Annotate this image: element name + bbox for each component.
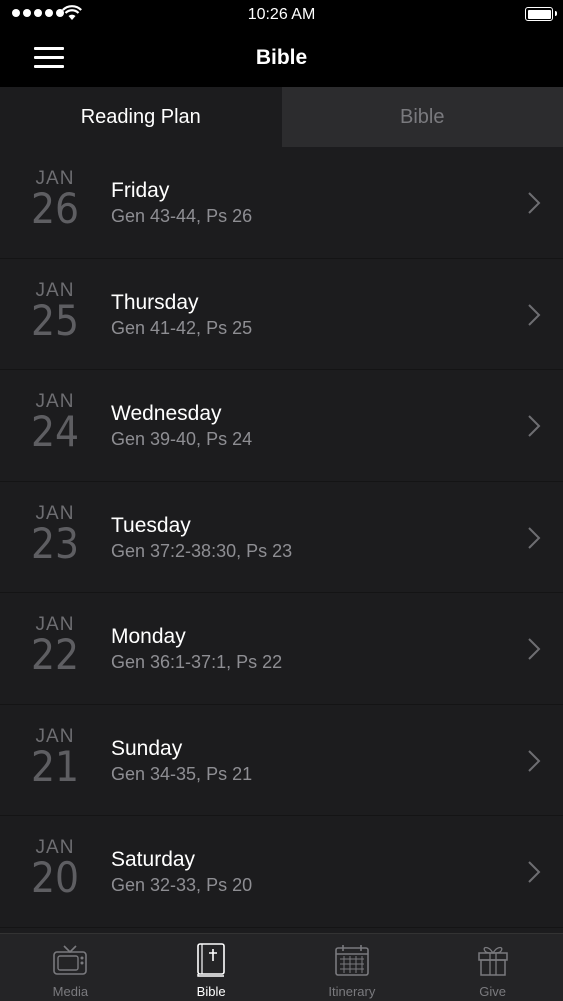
navigation-bar: Bible [0, 30, 563, 87]
chevron-right-icon [527, 749, 541, 773]
date-day: 24 [25, 412, 84, 452]
reading-weekday: Wednesday [111, 402, 222, 426]
tab-bible[interactable]: Bible [282, 87, 563, 147]
chevron-right-icon [527, 414, 541, 438]
date-day: 23 [25, 524, 84, 564]
reading-passage: Gen 41-42, Ps 25 [111, 318, 252, 339]
segmented-control: Reading Plan Bible [0, 87, 563, 147]
list-item[interactable]: JAN 22 Monday Gen 36:1-37:1, Ps 22 [0, 593, 563, 705]
list-item[interactable]: JAN 26 Friday Gen 43-44, Ps 26 [0, 147, 563, 259]
tab-media[interactable]: Media [0, 934, 141, 1001]
date-block: JAN 24 [22, 392, 88, 452]
date-day: 26 [25, 189, 84, 229]
date-day: 25 [25, 301, 84, 341]
date-day: 21 [25, 747, 84, 787]
status-time: 10:26 AM [0, 6, 563, 24]
date-block: JAN 22 [22, 615, 88, 675]
tab-itinerary[interactable]: Itinerary [282, 934, 423, 1001]
list-item[interactable]: JAN 20 Saturday Gen 32-33, Ps 20 [0, 816, 563, 928]
reading-passage: Gen 39-40, Ps 24 [111, 429, 252, 450]
battery-icon [525, 7, 553, 21]
chevron-right-icon [527, 526, 541, 550]
tab-bible-nav[interactable]: Bible [141, 934, 282, 1001]
date-block: JAN 26 [22, 169, 88, 229]
reading-plan-list: JAN 26 Friday Gen 43-44, Ps 26 JAN 25 Th… [0, 147, 563, 933]
tab-label: Media [0, 984, 141, 999]
page-title: Bible [0, 46, 563, 70]
chevron-right-icon [527, 303, 541, 327]
date-block: JAN 23 [22, 504, 88, 564]
tab-reading-plan[interactable]: Reading Plan [0, 87, 282, 147]
reading-weekday: Monday [111, 625, 186, 649]
reading-passage: Gen 36:1-37:1, Ps 22 [111, 652, 282, 673]
date-day: 22 [25, 635, 84, 675]
chevron-right-icon [527, 191, 541, 215]
tab-label: Itinerary [282, 984, 423, 999]
tab-bar: Media Bible Itinerary Give [0, 933, 563, 1001]
list-item[interactable]: JAN 23 Tuesday Gen 37:2-38:30, Ps 23 [0, 482, 563, 594]
reading-weekday: Tuesday [111, 514, 191, 538]
reading-passage: Gen 32-33, Ps 20 [111, 875, 252, 896]
date-day: 20 [25, 858, 84, 898]
bible-icon [195, 942, 227, 978]
reading-weekday: Sunday [111, 737, 182, 761]
reading-passage: Gen 37:2-38:30, Ps 23 [111, 541, 292, 562]
gift-icon [476, 942, 510, 978]
tab-label: Give [422, 984, 563, 999]
reading-weekday: Thursday [111, 291, 199, 315]
date-block: JAN 25 [22, 281, 88, 341]
chevron-right-icon [527, 637, 541, 661]
date-block: JAN 20 [22, 838, 88, 898]
reading-weekday: Saturday [111, 848, 195, 872]
date-block: JAN 21 [22, 727, 88, 787]
chevron-right-icon [527, 860, 541, 884]
tab-give[interactable]: Give [422, 934, 563, 1001]
list-item[interactable]: JAN 25 Thursday Gen 41-42, Ps 25 [0, 259, 563, 371]
list-item[interactable]: JAN 21 Sunday Gen 34-35, Ps 21 [0, 705, 563, 817]
list-item[interactable]: JAN 24 Wednesday Gen 39-40, Ps 24 [0, 370, 563, 482]
reading-passage: Gen 34-35, Ps 21 [111, 764, 252, 785]
status-bar: 10:26 AM [0, 0, 563, 30]
tab-label: Bible [141, 984, 282, 999]
reading-passage: Gen 43-44, Ps 26 [111, 206, 252, 227]
reading-weekday: Friday [111, 179, 169, 203]
calendar-icon [334, 942, 370, 978]
tv-icon [52, 942, 88, 978]
